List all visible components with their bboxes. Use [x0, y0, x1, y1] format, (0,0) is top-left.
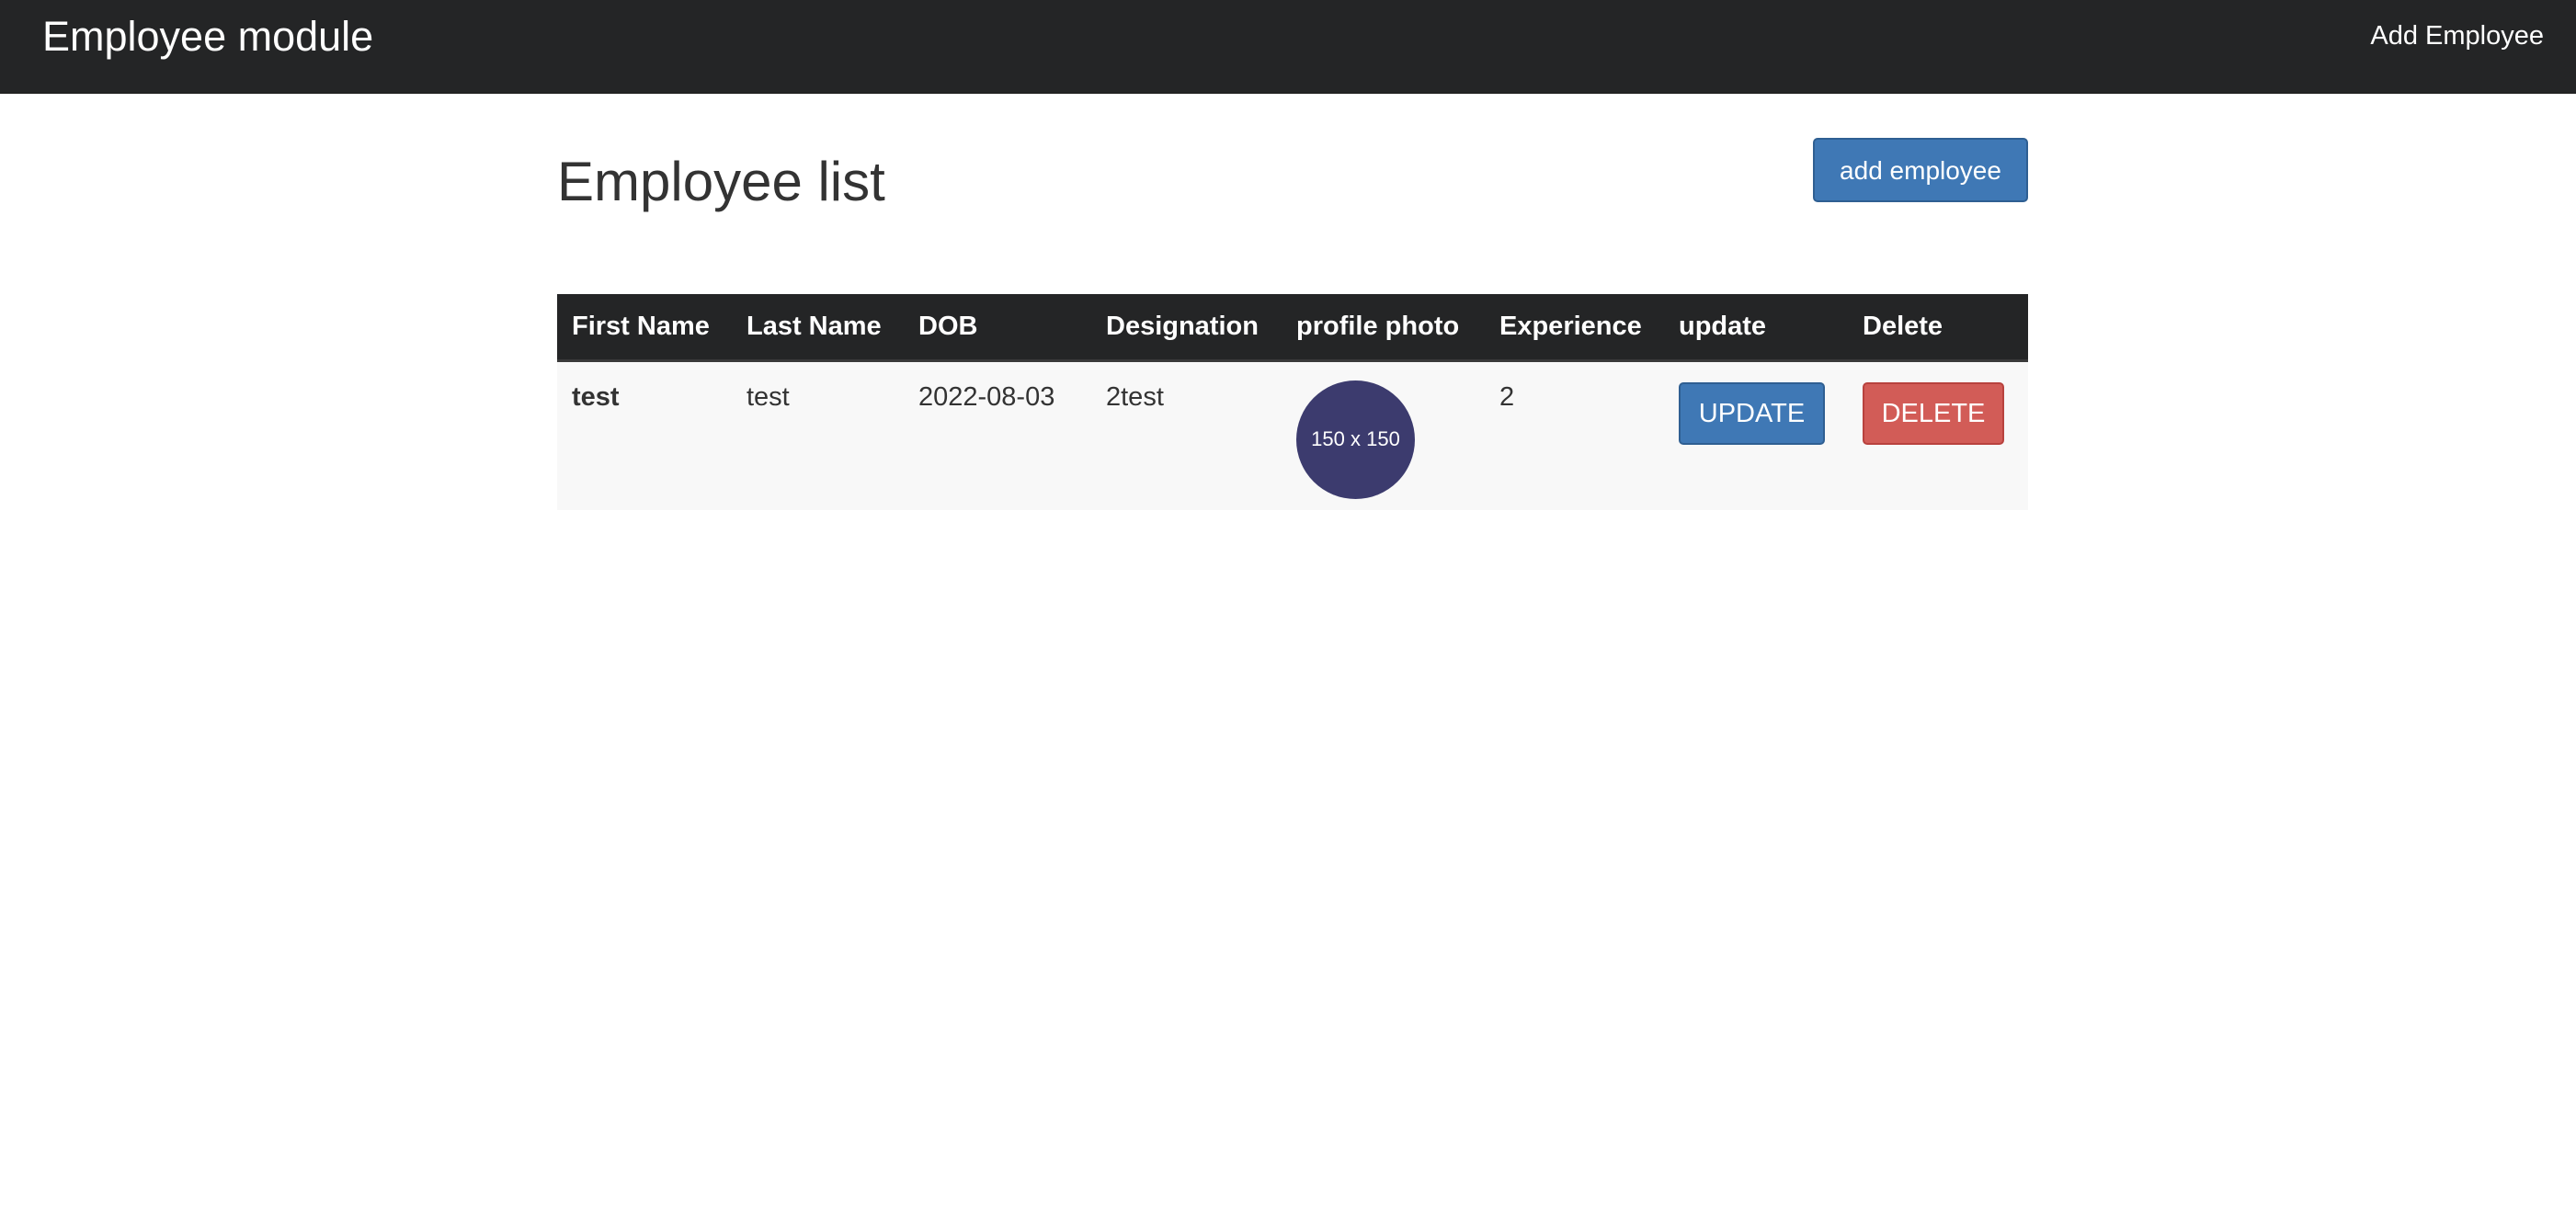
- cell-profile-photo: 150 x 150: [1282, 360, 1485, 510]
- cell-delete: DELETE: [1848, 360, 2028, 510]
- update-button[interactable]: UPDATE: [1679, 381, 1825, 445]
- table-row: test test 2022-08-03 2test 150 x 150 2 U…: [557, 360, 2028, 510]
- header-delete[interactable]: Delete: [1848, 294, 2028, 362]
- cell-first-name: test: [572, 381, 620, 412]
- table-header: First Name Last Name DOB Designation pro…: [557, 294, 2028, 362]
- delete-button[interactable]: DELETE: [1863, 381, 2004, 445]
- cell-last-name: test: [747, 381, 790, 412]
- cell-dob: 2022-08-03: [918, 381, 1055, 412]
- profile-photo-avatar: 150 x 150: [1296, 380, 1415, 499]
- header-first-name[interactable]: First Name: [557, 294, 732, 362]
- header-designation[interactable]: Designation: [1091, 294, 1282, 362]
- header-last-name[interactable]: Last Name: [732, 294, 904, 362]
- top-navbar: Employee module Add Employee: [0, 0, 2576, 94]
- page-title: Employee list: [557, 151, 885, 212]
- header-dob[interactable]: DOB: [904, 294, 1091, 362]
- header-experience[interactable]: Experience: [1485, 294, 1664, 362]
- employee-table: First Name Last Name DOB Designation pro…: [557, 294, 2028, 510]
- header-update[interactable]: update: [1664, 294, 1848, 362]
- cell-designation: 2test: [1106, 381, 1164, 412]
- header-profile-photo[interactable]: profile photo: [1282, 294, 1485, 362]
- cell-update: UPDATE: [1664, 360, 1848, 510]
- add-employee-button[interactable]: add employee: [1813, 138, 2028, 202]
- brand-title[interactable]: Employee module: [42, 9, 373, 64]
- avatar-placeholder-text: 150 x 150: [1311, 427, 1400, 450]
- nav-add-employee-link[interactable]: Add Employee: [2370, 18, 2544, 53]
- cell-experience: 2: [1499, 381, 1515, 412]
